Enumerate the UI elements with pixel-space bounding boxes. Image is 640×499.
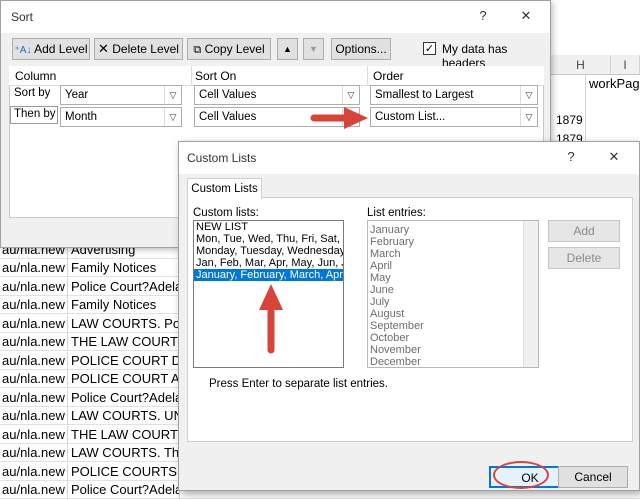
hint-text: Press Enter to separate list entries.: [209, 378, 388, 390]
sheet-cell-year[interactable]: 1879: [556, 113, 583, 127]
list-entry: March: [370, 248, 401, 260]
sort-by-label: Sort by: [14, 87, 51, 99]
chevron-down-icon: ▽: [520, 86, 537, 104]
then-by-order-select[interactable]: Custom List... ▽: [370, 107, 538, 127]
sort-titlebar: Sort ? ✕: [1, 1, 550, 33]
list-entry: April: [370, 260, 393, 272]
column-header-h[interactable]: H: [551, 55, 611, 75]
headers-checkbox[interactable]: ✓: [423, 42, 436, 55]
move-down-button[interactable]: ▼: [303, 38, 324, 60]
column-header-i[interactable]: I: [611, 55, 640, 75]
sort-dialog-title: Sort: [11, 10, 34, 24]
close-button[interactable]: ✕: [602, 149, 626, 165]
custom-lists-label: Custom lists:: [193, 207, 259, 219]
cancel-button[interactable]: Cancel: [558, 466, 628, 488]
list-entry: November: [370, 344, 421, 356]
list-entry: January: [370, 224, 410, 236]
list-entry: July: [370, 296, 390, 308]
move-up-icon: ▲: [283, 44, 292, 54]
custom-lists-title: Custom Lists: [187, 151, 257, 165]
delete-button[interactable]: Delete: [548, 247, 620, 269]
list-item[interactable]: NEW LIST: [194, 221, 343, 233]
vertical-scrollbar[interactable]: [523, 221, 538, 367]
grid-header-row: Column Sort On Order: [9, 66, 544, 86]
annotation-arrow-right: [310, 107, 368, 129]
order-header-label: Order: [373, 69, 404, 83]
column-header-label: Column: [15, 69, 57, 83]
sheet-rows: au/nla.new Advertising au/nla.new Family N…: [0, 241, 640, 499]
add-button[interactable]: Add: [548, 220, 620, 242]
list-entry: June: [370, 284, 394, 296]
options-button[interactable]: Options...: [331, 38, 391, 60]
sort-by-column-select[interactable]: Year ▽: [60, 85, 182, 105]
list-entry: August: [370, 308, 405, 320]
delete-icon: ✕: [98, 41, 109, 56]
close-button[interactable]: ✕: [514, 8, 538, 24]
then-by-column-select[interactable]: Month ▽: [60, 107, 182, 127]
chevron-down-icon: ▽: [164, 108, 181, 126]
copy-icon: ⧉: [193, 44, 202, 56]
tab-custom-lists[interactable]: Custom Lists: [187, 178, 262, 199]
annotation-circle: [493, 461, 549, 489]
sheet-cell-workpage[interactable]: workPage: [589, 76, 640, 91]
chevron-down-icon: ▽: [520, 108, 537, 126]
list-entries-textarea[interactable]: January February March April May June Ju…: [367, 220, 539, 368]
delete-level-button[interactable]: ✕ Delete Level: [94, 38, 183, 60]
list-entry: September: [370, 320, 424, 332]
then-by-label: Then by: [14, 108, 56, 120]
add-level-icon: ⁺A↓: [14, 45, 32, 56]
list-entry: October: [370, 332, 410, 344]
help-button[interactable]: ?: [559, 149, 583, 164]
divider: [191, 66, 192, 86]
list-entry: December: [370, 356, 421, 368]
list-item[interactable]: Monday, Tuesday, Wednesday: [194, 245, 343, 257]
list-entry: February: [370, 236, 415, 248]
move-up-button[interactable]: ▲: [277, 38, 298, 60]
list-item[interactable]: Mon, Tue, Wed, Thu, Fri, Sat, S: [194, 233, 343, 245]
custom-lists-titlebar: Custom Lists ? ✕: [179, 142, 639, 174]
sort-by-sort-on-select[interactable]: Cell Values ▽: [194, 85, 360, 105]
sort-by-order-select[interactable]: Smallest to Largest ▽: [370, 85, 538, 105]
help-button[interactable]: ?: [471, 8, 495, 23]
chevron-down-icon: ▽: [342, 86, 359, 104]
add-level-button[interactable]: ⁺A↓ Add Level: [12, 38, 90, 60]
annotation-arrow-up: [259, 284, 283, 354]
list-item[interactable]: Jan, Feb, Mar, Apr, May, Jun, Ju: [194, 257, 343, 269]
divider: [367, 66, 368, 86]
list-entries-label: List entries:: [367, 207, 426, 219]
list-entry: May: [370, 272, 391, 284]
custom-lists-dialog: Custom Lists ? ✕ Custom Lists Custom lis…: [178, 141, 640, 491]
chevron-down-icon: ▽: [164, 86, 181, 104]
sort-on-header-label: Sort On: [195, 69, 237, 83]
copy-level-button[interactable]: ⧉ Copy Level: [187, 38, 271, 60]
move-down-icon: ▼: [309, 44, 318, 54]
